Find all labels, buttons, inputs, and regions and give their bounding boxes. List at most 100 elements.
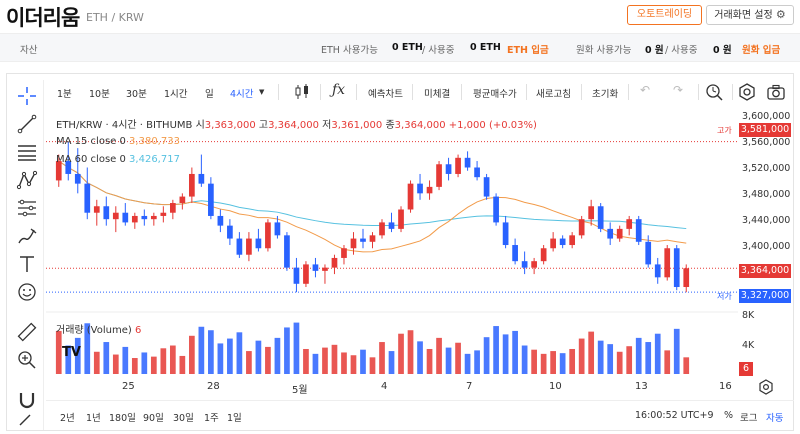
legend-low: 3,361,000 <box>331 120 383 131</box>
interval-1m[interactable]: 1분 <box>57 86 72 100</box>
emoji-icon[interactable] <box>16 281 38 303</box>
brush-icon[interactable] <box>16 225 38 247</box>
volume-legend: 거래량 (Volume) 6 <box>56 321 141 336</box>
interval-dropdown-icon[interactable]: ▼ <box>259 88 264 96</box>
refresh-button[interactable]: 새로고침 <box>536 86 571 100</box>
candle-body <box>150 215 157 220</box>
undo-icon[interactable]: ↶ <box>640 83 650 97</box>
low-price-tag: 3,327,000 <box>739 289 791 303</box>
gear-icon: ⚙ <box>775 8 786 21</box>
volume-bar <box>483 337 490 374</box>
legend-open-label: 시 <box>195 120 205 131</box>
legend-change: +1,000 (+0.03%) <box>448 120 537 131</box>
ma15-legend[interactable]: MA 15 close 0 3,380,733 <box>56 136 180 147</box>
interval-10m[interactable]: 10분 <box>89 86 110 100</box>
range-1w[interactable]: 1주 <box>204 410 219 424</box>
candle-body <box>493 196 499 223</box>
toolbar-divider <box>412 84 413 100</box>
horizontal-lines-icon[interactable] <box>16 141 38 163</box>
candle-body <box>331 257 338 268</box>
lock-drawing-icon[interactable] <box>16 413 38 427</box>
candle-body <box>540 248 547 262</box>
redo-icon[interactable]: ↷ <box>673 83 683 97</box>
candle-body <box>512 245 518 262</box>
log-toggle[interactable]: 로그 <box>740 410 757 424</box>
range-2y[interactable]: 2년 <box>60 410 75 424</box>
settings-hex-icon[interactable] <box>737 82 757 102</box>
volume-bar <box>398 333 404 374</box>
volume-bar <box>407 330 414 374</box>
eth-deposit-link[interactable]: ETH 입금 <box>507 42 549 56</box>
interval-30m[interactable]: 30분 <box>126 86 147 100</box>
trade-settings-button[interactable]: 거래화면 설정 ⚙ <box>706 5 794 25</box>
volume-bar <box>426 348 433 374</box>
trend-line-icon[interactable] <box>16 113 38 135</box>
auto-trading-button[interactable]: 오토트레이딩 <box>627 5 702 25</box>
range-180d[interactable]: 180일 <box>109 410 136 424</box>
avg-buy-price-button[interactable]: 평균매수가 <box>473 86 517 100</box>
crosshair-icon[interactable] <box>16 85 38 107</box>
page-header: 이더리움 ETH / KRW 오토트레이딩 거래화면 설정 ⚙ <box>0 0 800 33</box>
candle-body <box>74 173 81 184</box>
range-30d[interactable]: 30일 <box>173 410 194 424</box>
candle-type-icon[interactable] <box>292 82 312 102</box>
candle-body <box>626 219 633 229</box>
candle-body <box>550 238 556 249</box>
magnet-icon[interactable] <box>16 389 38 411</box>
legend-open: 3,363,000 <box>204 120 256 131</box>
candle-body <box>578 219 585 236</box>
volume-bar <box>236 332 243 374</box>
range-90d[interactable]: 90일 <box>143 410 164 424</box>
candle-body <box>217 215 224 226</box>
interval-1h[interactable]: 1시간 <box>164 86 188 100</box>
open-orders-button[interactable]: 미체결 <box>424 86 450 100</box>
krw-in-use-value: 0 원 <box>713 45 732 56</box>
low-label: 저가 <box>717 292 732 301</box>
chart-toolbar: 1분 10분 30분 1시간 일 4시간 ▼ ƒx 예측차트 미체결 평균매수가… <box>46 76 794 108</box>
volume-bar <box>217 343 224 374</box>
volume-bar <box>654 333 661 374</box>
volume-bar <box>141 352 148 374</box>
zoom-in-icon[interactable] <box>16 349 38 371</box>
candle-body <box>131 215 138 223</box>
volume-bar <box>673 328 680 374</box>
ruler-icon[interactable] <box>16 321 38 343</box>
fibonacci-icon[interactable] <box>16 197 38 219</box>
volume-bar <box>436 337 442 374</box>
axis-settings-icon[interactable] <box>757 378 775 396</box>
volume-bar <box>189 335 195 374</box>
ma60-legend[interactable]: MA 60 close 0 3,426,717 <box>56 154 180 165</box>
toolbar-divider <box>581 84 582 100</box>
range-1y[interactable]: 1년 <box>86 410 101 424</box>
price-chart[interactable] <box>46 108 794 398</box>
text-tool-icon[interactable] <box>16 253 38 275</box>
percent-toggle[interactable]: % <box>724 410 733 421</box>
volume-bar <box>112 354 119 374</box>
volume-bar <box>331 344 338 374</box>
krw-available-value: 0 원 <box>645 45 664 56</box>
candle-body <box>664 248 671 278</box>
candle-body <box>616 228 623 239</box>
indicators-icon[interactable]: ƒx <box>332 82 345 98</box>
candle-body <box>645 241 652 265</box>
interval-4h[interactable]: 4시간 <box>230 86 254 100</box>
auto-toggle[interactable]: 자동 <box>766 410 783 424</box>
candle-body <box>635 219 642 242</box>
time-zoom-icon[interactable] <box>704 82 724 102</box>
volume-bar <box>284 327 290 374</box>
forecast-chart-button[interactable]: 예측차트 <box>368 86 403 100</box>
volume-bar <box>616 351 623 374</box>
volume-bar <box>502 334 509 374</box>
candle-body <box>284 235 290 268</box>
reset-button[interactable]: 초기화 <box>592 86 618 100</box>
candle-body <box>122 212 129 223</box>
range-1d[interactable]: 1일 <box>227 410 242 424</box>
pattern-icon[interactable] <box>16 169 38 191</box>
krw-deposit-link[interactable]: 원화 입금 <box>742 42 780 56</box>
camera-icon[interactable] <box>766 82 786 102</box>
x-tick: 5월 <box>292 385 308 396</box>
tradingview-logo: TV <box>62 345 81 360</box>
volume-label: 거래량 (Volume) <box>56 325 132 336</box>
interval-1d[interactable]: 일 <box>205 86 214 100</box>
volume-bar <box>360 349 366 374</box>
